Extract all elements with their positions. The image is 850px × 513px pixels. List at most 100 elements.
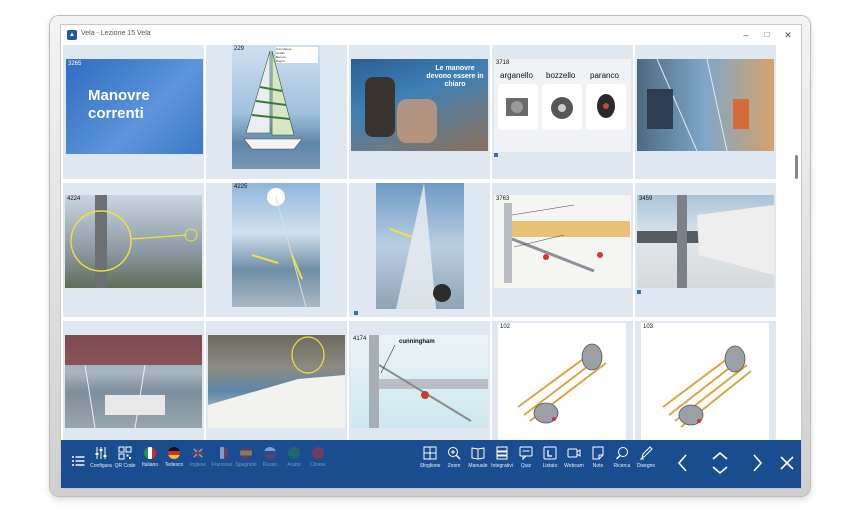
label-bozzello: bozzello: [546, 71, 576, 80]
slide-marker: [494, 153, 498, 157]
close-icon: [780, 456, 794, 470]
vertical-scrollbar[interactable]: [795, 155, 798, 179]
slide-cell[interactable]: [635, 45, 776, 179]
webcam-button[interactable]: Webcam: [561, 446, 587, 486]
slide-cell[interactable]: 3459: [635, 183, 776, 317]
minimize-button[interactable]: –: [739, 28, 753, 42]
settings-sliders-icon: [95, 447, 107, 459]
slide-cell[interactable]: 3718 arganello bozzello paranco: [492, 45, 633, 179]
rigging-photo: [637, 59, 774, 151]
manual-button[interactable]: Manuale: [465, 446, 491, 486]
language-english-button[interactable]: Inglese: [185, 446, 211, 486]
note-icon: [592, 446, 604, 460]
toolbar-label: QR Code: [114, 463, 136, 469]
expand-collapse-button[interactable]: [708, 450, 732, 476]
sailors-photo: Le manovre devono essere in chiaro: [351, 59, 488, 151]
previous-button[interactable]: [671, 450, 695, 476]
slide-marker: [354, 311, 358, 315]
sfoglione-button[interactable]: Sfoglione: [417, 446, 443, 486]
tackle-image: [586, 84, 626, 130]
slide-cell[interactable]: 229 Annodature ... Gratile ... Borosa ..…: [206, 45, 347, 179]
language-german-button[interactable]: Tedesco: [161, 446, 187, 486]
list-icon: [72, 456, 85, 466]
label-arganello: arganello: [500, 71, 533, 80]
winch-image: [498, 84, 538, 130]
app-logo-icon: ▲: [67, 30, 77, 40]
toolbar-label: Disegno: [636, 463, 656, 469]
flag-uk-icon: [192, 447, 204, 459]
notes-button[interactable]: Note: [585, 446, 611, 486]
language-chinese-button[interactable]: Cinese: [305, 446, 331, 486]
toolbar-label: Listato: [542, 463, 558, 469]
slide-cell[interactable]: 102: [492, 321, 633, 440]
zoom-button[interactable]: Zoom: [441, 446, 467, 486]
title-bar: ▲ Vela - Lezione 15 Vela – □ ✕: [61, 25, 801, 45]
toolbar-label: Sfoglione: [419, 463, 441, 469]
draw-button[interactable]: Disegno: [633, 446, 659, 486]
next-button[interactable]: [745, 450, 769, 476]
mast-photo: 4224: [65, 195, 202, 288]
flag-china-icon: [312, 447, 324, 459]
layers-icon: [496, 446, 508, 460]
gooseneck-photo: 3459: [637, 195, 774, 288]
sailboat-illustration: [243, 50, 303, 150]
language-label: Francese: [211, 462, 233, 468]
qr-code-button[interactable]: QR Code: [112, 446, 138, 486]
title-slide-thumb: 3265 Manovre correnti: [66, 59, 203, 154]
listato-button[interactable]: Listato: [537, 446, 563, 486]
expand-collapse-icon: [712, 451, 728, 475]
language-label: Cinese: [310, 462, 326, 468]
flag-arabic-icon: [288, 447, 300, 459]
slide-cell[interactable]: Le manovre devono essere in chiaro: [349, 45, 490, 179]
toolbar-label: Zoom: [447, 463, 461, 469]
language-spanish-button[interactable]: Spagnolo: [233, 446, 259, 486]
slide-cell[interactable]: [349, 183, 490, 317]
pen-icon: [640, 446, 653, 460]
language-arabic-button[interactable]: Arabo: [281, 446, 307, 486]
next-icon: [753, 454, 763, 472]
toolbar-label: Manuale: [468, 463, 488, 469]
maximize-button[interactable]: □: [760, 28, 774, 42]
marina-photo: [65, 335, 202, 428]
sun-rigging-photo: 4225: [232, 183, 320, 307]
slide-cell[interactable]: [63, 321, 204, 440]
qr-code-icon: [118, 446, 132, 460]
slide-cell[interactable]: 4174 cunningham: [349, 321, 490, 440]
language-russian-button[interactable]: Russo: [257, 446, 283, 486]
tackle-diagram-103: 103: [641, 323, 769, 440]
hardware-slide: 3718 arganello bozzello paranco: [494, 59, 631, 152]
close-window-button[interactable]: ✕: [781, 28, 795, 42]
flag-russia-icon: [264, 447, 276, 459]
slide-marker: [637, 290, 641, 294]
boom-diagram: 3763: [494, 195, 631, 288]
language-label: Spagnolo: [235, 462, 257, 468]
tackle-diagram-102: 102: [498, 323, 626, 440]
app-window: ▲ Vela - Lezione 15 Vela – □ ✕ 3265 Mano…: [60, 24, 802, 489]
language-label: Russo: [262, 462, 278, 468]
integrativi-button[interactable]: Integrativi: [489, 446, 515, 486]
close-button[interactable]: [775, 450, 799, 476]
webcam-icon: [567, 448, 581, 458]
list-l-icon: [543, 446, 557, 460]
zoom-icon: [448, 447, 461, 460]
flag-spain-icon: [240, 447, 252, 459]
slide-cell[interactable]: 4225: [206, 183, 347, 317]
flag-france-icon: [216, 447, 228, 459]
language-french-button[interactable]: Francese: [209, 446, 235, 486]
language-label: Tedesco: [164, 462, 184, 468]
slide-cell[interactable]: 4224: [63, 183, 204, 317]
language-italian-button[interactable]: Italiano: [137, 446, 163, 486]
configure-button[interactable]: Configura: [88, 446, 114, 486]
toolbar-label: Note: [592, 463, 604, 469]
overlay-caption: Le manovre devono essere in chiaro: [426, 65, 484, 88]
slide-cell[interactable]: 3763: [492, 183, 633, 317]
slide-cell[interactable]: 103: [635, 321, 776, 440]
flag-germany-icon: [168, 447, 180, 459]
sail-notes: Annodature ... Gratile ... Borosa ... Bu…: [276, 47, 318, 63]
language-label: Italiano: [141, 462, 159, 468]
bottom-toolbar: Configura QR Code Italiano Tedesco Ingle…: [61, 440, 801, 488]
slide-cell[interactable]: [206, 321, 347, 440]
slide-cell[interactable]: 3265 Manovre correnti: [63, 45, 204, 179]
search-button[interactable]: Ricerca: [609, 446, 635, 486]
quiz-button[interactable]: Quiz: [513, 446, 539, 486]
